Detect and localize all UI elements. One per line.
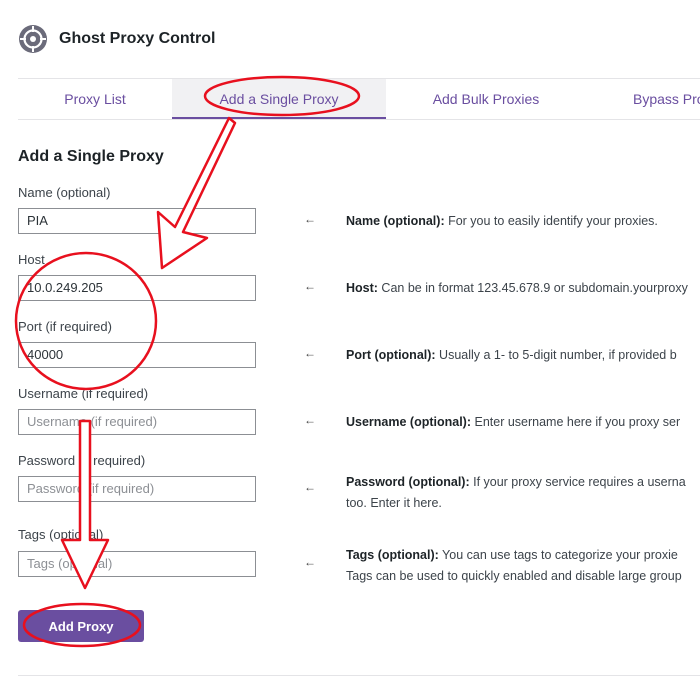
password-help: Password (optional): If your proxy servi… <box>346 472 700 514</box>
username-help-text: Enter username here if you proxy ser <box>471 415 681 429</box>
arrow-left-icon: ← <box>304 212 316 226</box>
name-label: Name (optional) <box>18 185 111 200</box>
password-help-title: Password (optional): <box>346 475 470 489</box>
host-input[interactable] <box>18 275 256 301</box>
name-help-text: For you to easily identify your proxies. <box>444 214 658 228</box>
username-input[interactable] <box>18 409 256 435</box>
tab-bar: Proxy List Add a Single Proxy Add Bulk P… <box>18 78 700 120</box>
host-label: Host <box>18 252 45 267</box>
app-header: Ghost Proxy Control <box>18 22 215 56</box>
password-help-line2: too. Enter it here. <box>346 496 442 510</box>
username-help: Username (optional): Enter username here… <box>346 412 700 433</box>
tags-help-text: You can use tags to categorize your prox… <box>438 548 678 562</box>
name-input[interactable] <box>18 208 256 234</box>
arrow-left-icon: ← <box>304 279 316 293</box>
section-title: Add a Single Proxy <box>18 148 164 165</box>
username-help-title: Username (optional): <box>346 415 472 429</box>
password-label: Password (if required) <box>18 453 146 468</box>
arrow-left-icon: ← <box>304 555 316 569</box>
name-help: Name (optional): For you to easily ident… <box>346 211 700 232</box>
port-help-text: Usually a 1- to 5-digit number, if provi… <box>435 348 677 362</box>
divider <box>18 675 700 676</box>
app-logo-icon <box>19 25 47 53</box>
arrow-left-icon: ← <box>304 480 316 494</box>
tab-bypass[interactable]: Bypass Pro <box>618 79 700 119</box>
port-help: Port (optional): Usually a 1- to 5-digit… <box>346 345 700 366</box>
diagonal-arrow-icon <box>156 116 237 270</box>
password-input[interactable] <box>18 476 256 502</box>
tab-add-single-proxy[interactable]: Add a Single Proxy <box>172 79 386 119</box>
port-label: Port (if required) <box>18 319 112 334</box>
arrow-left-icon: ← <box>304 346 316 360</box>
arrow-left-icon: ← <box>304 413 316 427</box>
host-help: Host: Can be in format 123.45.678.9 or s… <box>346 278 700 299</box>
password-help-text: If your proxy service requires a userna <box>469 475 686 489</box>
port-input[interactable] <box>18 342 256 368</box>
port-help-title: Port (optional): <box>346 348 436 362</box>
tab-add-bulk-proxies[interactable]: Add Bulk Proxies <box>386 79 586 119</box>
name-help-title: Name (optional): <box>346 214 445 228</box>
tags-label: Tags (optional) <box>18 527 104 542</box>
host-help-text: Can be in format 123.45.678.9 or subdoma… <box>377 281 688 295</box>
tags-input[interactable] <box>18 551 256 577</box>
app-title: Ghost Proxy Control <box>59 30 216 47</box>
tags-help: Tags (optional): You can use tags to cat… <box>346 545 700 587</box>
tab-proxy-list[interactable]: Proxy List <box>18 79 172 119</box>
username-label: Username (if required) <box>18 386 149 401</box>
tags-help-title: Tags (optional): <box>346 548 439 562</box>
tags-help-line2: Tags can be used to quickly enabled and … <box>346 569 682 583</box>
add-proxy-button[interactable]: Add Proxy <box>18 610 144 642</box>
host-help-title: Host: <box>346 281 378 295</box>
